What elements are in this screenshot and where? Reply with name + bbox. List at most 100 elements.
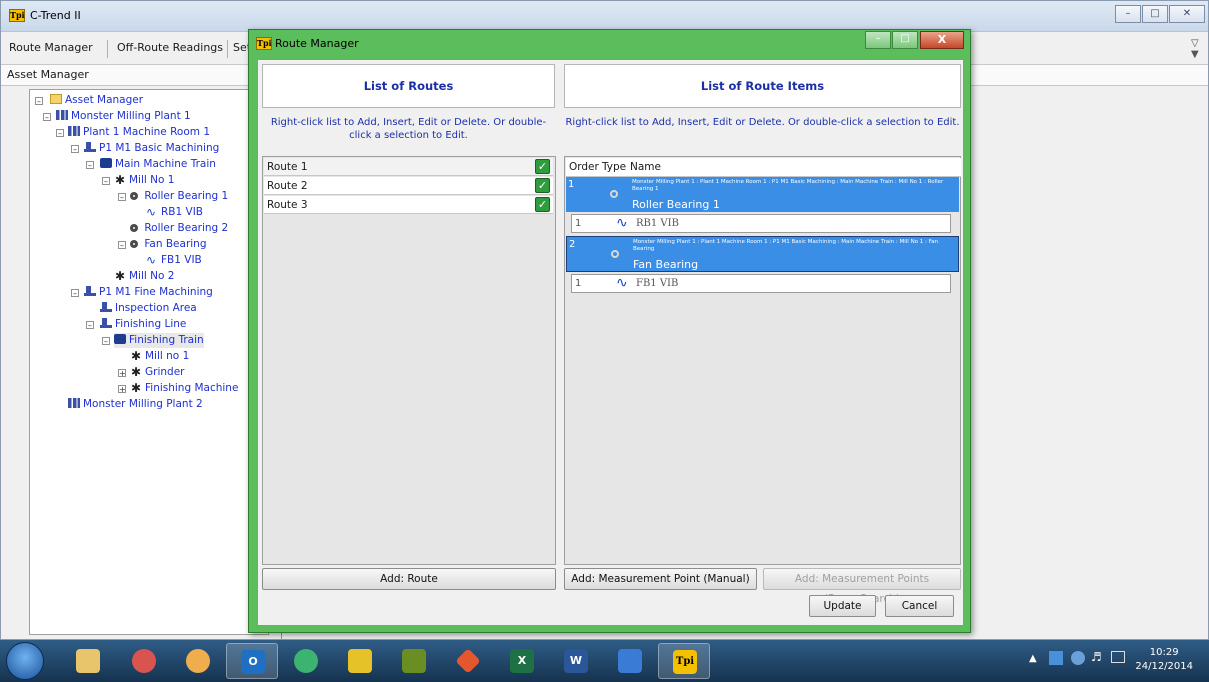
train-icon <box>100 158 112 168</box>
window-title: C-Trend II <box>30 9 81 22</box>
route-row[interactable]: Route 2 ✓ <box>264 177 553 195</box>
taskbar-item[interactable] <box>334 643 386 679</box>
taskbar-item[interactable] <box>280 643 332 679</box>
routes-list[interactable]: Route 1 ✓ Route 2 ✓ Route 3 ✓ <box>262 156 556 565</box>
dialog-minimize-button[interactable]: – <box>865 31 891 49</box>
taskbar-item[interactable] <box>442 643 494 679</box>
add-measurement-point-manual-button[interactable]: Add: Measurement Point (Manual) <box>564 568 757 590</box>
close-button[interactable]: ✕ <box>1169 5 1205 23</box>
taskbar-item[interactable] <box>118 643 170 679</box>
taskbar-item[interactable] <box>388 643 440 679</box>
dialog-close-button[interactable]: X <box>920 31 964 49</box>
tree-node[interactable]: ✱ Grinder <box>130 365 185 380</box>
network-icon[interactable] <box>1071 651 1085 665</box>
taskbar-item[interactable]: X <box>496 643 548 679</box>
taskbar-item[interactable] <box>172 643 224 679</box>
add-route-button[interactable]: Add: Route <box>262 568 556 590</box>
tree-node[interactable]: Fan Bearing <box>130 237 207 252</box>
route-checkbox[interactable]: ✓ <box>535 178 550 193</box>
toolbar-off-route[interactable]: Off-Route Readings <box>117 41 223 54</box>
collapse-icon[interactable]: – <box>118 241 126 250</box>
collapse-icon[interactable]: – <box>86 321 94 330</box>
tree-node[interactable]: ∿ FB1 VIB <box>146 253 202 268</box>
route-checkbox[interactable]: ✓ <box>535 159 550 174</box>
collapse-icon[interactable]: – <box>56 129 64 138</box>
collapse-icon[interactable]: – <box>71 289 79 298</box>
tree-node[interactable]: Roller Bearing 1 <box>130 189 228 204</box>
taskbar-item-active[interactable]: O <box>226 643 278 679</box>
tree-node[interactable]: Finishing Line <box>100 317 186 332</box>
expand-icon[interactable]: + <box>118 369 126 378</box>
asset-manager-label: Asset Manager <box>7 68 89 81</box>
action-center-icon[interactable] <box>1111 651 1125 663</box>
machining-icon <box>84 286 96 296</box>
collapse-icon[interactable]: – <box>71 145 79 154</box>
system-tray: ▲ ♬ 10:29 24/12/2014 <box>1009 640 1209 682</box>
collapse-icon[interactable]: – <box>35 97 43 106</box>
column-name[interactable]: Name <box>630 161 661 173</box>
tree-node-label: Finishing Machine <box>145 382 239 394</box>
route-checkbox[interactable]: ✓ <box>535 197 550 212</box>
column-type[interactable]: Type <box>602 161 626 173</box>
toolbar-route-manager[interactable]: Route Manager <box>9 41 93 54</box>
tree-node[interactable]: ✱ Mill no 1 <box>130 349 189 364</box>
tree-node[interactable]: Asset Manager <box>50 93 143 108</box>
taskbar-item[interactable] <box>62 643 114 679</box>
maximize-button[interactable]: □ <box>1142 5 1168 23</box>
tree-node[interactable]: Monster Milling Plant 2 <box>68 397 203 412</box>
measurement-point-row[interactable]: 1 ∿ FB1 VIB <box>571 274 951 293</box>
tree-node[interactable]: Main Machine Train <box>100 157 216 172</box>
clock[interactable]: 10:29 24/12/2014 <box>1135 646 1193 674</box>
route-row[interactable]: Route 1 ✓ <box>264 158 553 176</box>
route-item-row[interactable]: 2 Monster Milling Plant 1 : Plant 1 Mach… <box>566 236 959 272</box>
fan-icon: ✱ <box>130 381 142 395</box>
tree-node-selected[interactable]: Finishing Train <box>114 333 204 348</box>
taskbar-item-active[interactable]: Tpi <box>658 643 710 679</box>
taskbar-item[interactable]: W <box>550 643 602 679</box>
tree-node[interactable]: Monster Milling Plant 1 <box>56 109 191 124</box>
start-button[interactable] <box>6 642 44 680</box>
tree-node[interactable]: ✱ Mill No 2 <box>114 269 174 284</box>
collapse-icon[interactable]: – <box>86 161 94 170</box>
tree-node-label: P1 M1 Basic Machining <box>99 142 220 154</box>
dialog-titlebar[interactable]: Tpi Route Manager – □ X <box>249 30 970 58</box>
volume-icon[interactable]: ♬ <box>1091 650 1102 664</box>
toolbar-separator <box>227 40 228 58</box>
minimize-button[interactable]: – <box>1115 5 1141 23</box>
measurement-point-row[interactable]: 1 ∿ RB1 VIB <box>571 214 951 233</box>
tree-node[interactable]: P1 M1 Fine Machining <box>84 285 213 300</box>
chrome-icon <box>186 649 210 673</box>
route-name: Route 1 <box>267 161 308 173</box>
tpi-logo-icon: Tpi <box>256 37 272 50</box>
tree-node-label: Finishing Train <box>129 334 204 346</box>
tree-node[interactable]: ✱ Finishing Machine <box>130 381 238 396</box>
taskbar-item[interactable] <box>604 643 656 679</box>
collapse-icon[interactable]: – <box>118 193 126 202</box>
main-titlebar[interactable]: Tpi C-Trend II – □ ✕ <box>1 1 1208 32</box>
tree-node[interactable]: Inspection Area <box>100 301 197 316</box>
collapse-icon[interactable]: – <box>102 337 110 346</box>
add-measurement-points-powersearch-button[interactable]: Add: Measurement Points (PowerSearch) <box>763 568 961 605</box>
route-item-row[interactable]: 1 Monster Milling Plant 1 : Plant 1 Mach… <box>566 177 959 212</box>
collapse-icon[interactable]: – <box>102 177 110 186</box>
update-button[interactable]: Update <box>809 595 876 617</box>
dialog-maximize-button[interactable]: □ <box>892 31 918 49</box>
tray-expand-icon[interactable]: ▲ <box>1029 653 1037 664</box>
tree-node[interactable]: P1 M1 Basic Machining <box>84 141 219 156</box>
route-row[interactable]: Route 3 ✓ <box>264 196 553 214</box>
column-order[interactable]: Order <box>569 161 599 173</box>
collapse-icon[interactable]: – <box>43 113 51 122</box>
expand-icon[interactable]: + <box>118 385 126 394</box>
fan-icon: ✱ <box>114 269 126 283</box>
tree-node[interactable]: ∿ RB1 VIB <box>146 205 203 220</box>
cancel-button[interactable]: Cancel <box>885 595 954 617</box>
tree-node-label: Mill No 1 <box>129 174 175 186</box>
tree-node[interactable]: Roller Bearing 2 <box>130 221 228 236</box>
route-items-column-header: Order Type Name <box>566 158 961 177</box>
route-items-list[interactable]: Order Type Name 1 Monster Milling Plant … <box>564 156 961 565</box>
tree-node[interactable]: Plant 1 Machine Room 1 <box>68 125 210 140</box>
language-icon[interactable] <box>1049 651 1063 665</box>
tree-node[interactable]: ✱ Mill No 1 <box>114 173 174 188</box>
asset-tree[interactable]: – Asset Manager – Monster Milling Plant … <box>29 89 269 635</box>
scroll-arrows-icon[interactable]: ▽ ▼ <box>1191 38 1205 62</box>
